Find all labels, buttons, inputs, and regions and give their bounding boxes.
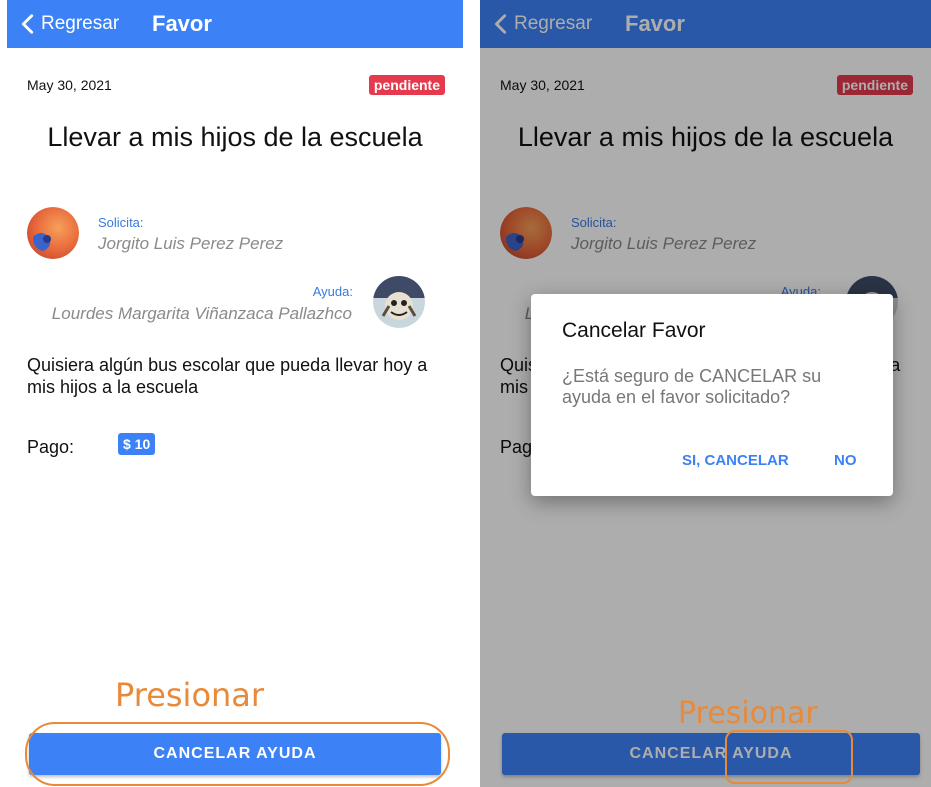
back-label: Regresar — [41, 13, 120, 34]
favor-date: May 30, 2021 — [27, 77, 112, 93]
cancel-help-button[interactable]: CANCELAR AYUDA — [29, 733, 441, 775]
dialog-message: ¿Está seguro de CANCELAR su ayuda en el … — [562, 366, 822, 407]
dialog-title: Cancelar Favor — [562, 319, 706, 342]
status-badge: pendiente — [368, 75, 445, 95]
ayuda-name: Lourdes Margarita Viñanzaca Pallazhco — [51, 304, 352, 323]
price-badge: $ 10 — [118, 433, 156, 455]
ayuda-label: Ayuda: — [312, 284, 353, 299]
solicita-avatar — [27, 207, 79, 259]
favor-title: Llevar a mis hijos de la escuela — [47, 122, 423, 152]
chevron-left-icon — [21, 14, 34, 34]
cancel-favor-dialog: Cancelar Favor ¿Está seguro de CANCELAR … — [531, 294, 893, 784]
ayuda-avatar — [373, 276, 425, 328]
deny-button[interactable]: NO — [834, 452, 857, 469]
favor-screen-right: Regresar Favor May 30, 2021 pendiente Ll… — [480, 0, 931, 787]
favor-screen-left: Regresar Favor May 30, 2021 pendiente Ll… — [7, 0, 463, 787]
solicita-name: Jorgito Luis Perez Perez — [98, 234, 284, 253]
favor-description: Quisiera algún bus escolar que pueda lle… — [27, 355, 428, 397]
confirm-cancel-button[interactable]: SI, CANCELAR — [682, 452, 789, 469]
press-hint-annotation: Presionar — [115, 676, 265, 714]
solicita-label: Solicita: — [98, 215, 144, 230]
app-bar: Regresar Favor — [7, 0, 463, 48]
pago-label: Pago: — [27, 437, 75, 457]
back-button[interactable]: Regresar — [17, 0, 119, 48]
press-hint-annotation: Presionar — [678, 696, 818, 731]
page-title: Favor — [152, 11, 212, 36]
